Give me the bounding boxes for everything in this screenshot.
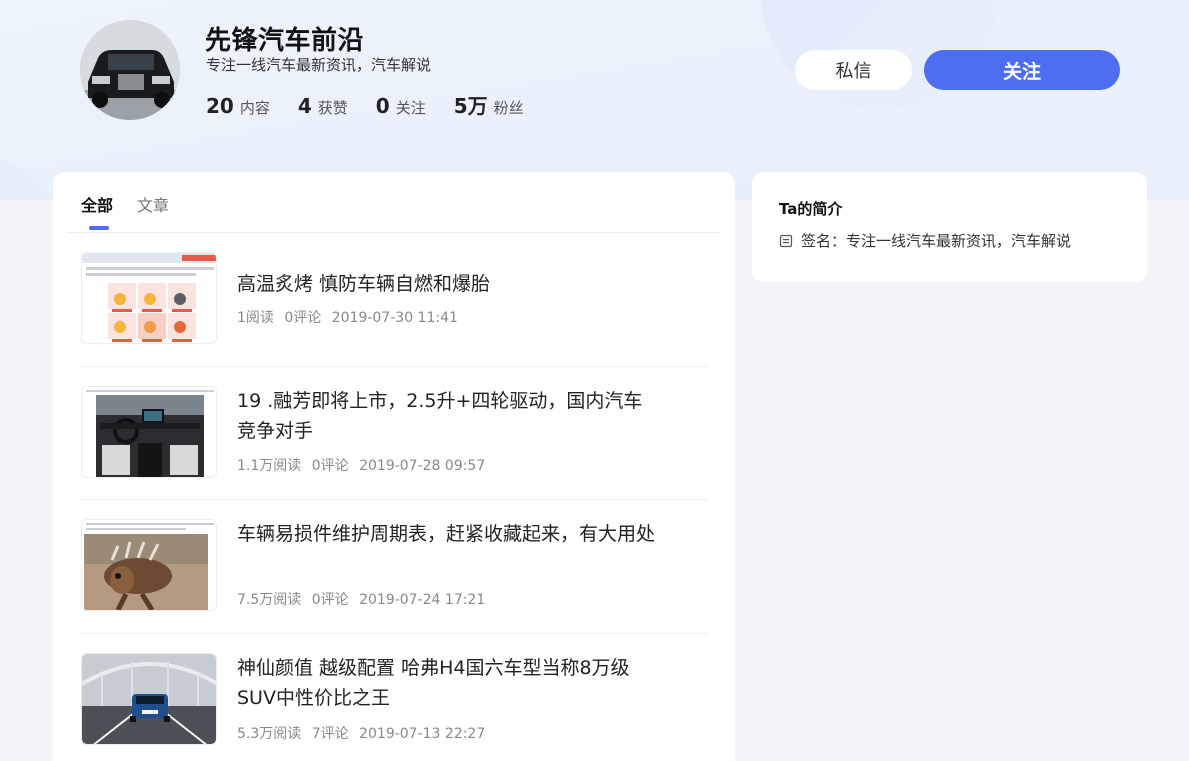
stat-number: 4 (297, 94, 312, 118)
message-button[interactable]: 私信 (795, 50, 912, 90)
tab-all[interactable]: 全部 (81, 192, 113, 230)
article-reads: 5.3万阅读 (237, 726, 302, 742)
article-reads: 1.1万阅读 (237, 458, 302, 474)
article-thumbnail[interactable] (81, 519, 217, 611)
profile-name: 先锋汽车前沿 (205, 26, 365, 56)
article-thumbnail[interactable] (81, 653, 217, 745)
stat-label: 粉丝 (493, 99, 524, 117)
intro-signature-text: 签名：专注一线汽车最新资讯，汽车解说 (801, 232, 1072, 250)
article-thumbnail-image (82, 520, 216, 610)
article-title[interactable]: 高温炙烤 慎防车辆自燃和爆胎 (237, 269, 657, 299)
stat-label: 关注 (395, 99, 426, 117)
avatar-car-image (80, 20, 180, 120)
article-thumbnail-image (82, 387, 216, 477)
content-tabs: 全部 文章 (81, 192, 193, 230)
stat-label: 获赞 (317, 99, 348, 117)
profile-intro-card: Ta的简介 签名：专注一线汽车最新资讯，汽车解说 (752, 172, 1147, 282)
content-card: 全部 文章 高温炙烤 慎防车辆自燃和爆胎 1阅读 0评论 2019-07-30 … (53, 172, 735, 761)
profile-signature: 专注一线汽车最新资讯，汽车解说 (206, 56, 432, 74)
article-date: 2019-07-30 11:41 (331, 310, 458, 326)
article-date: 2019-07-13 22:27 (359, 726, 486, 742)
article-reads: 1阅读 (237, 310, 274, 326)
item-separator (81, 366, 707, 367)
document-icon (779, 234, 793, 247)
profile-stats: 20 内容 4 获赞 0 关注 5万 粉丝 (206, 90, 552, 119)
article-comments: 0评论 (311, 458, 349, 474)
article-date: 2019-07-24 17:21 (359, 592, 486, 608)
article-comments: 7评论 (311, 726, 349, 742)
profile-header: 先锋汽车前沿 专注一线汽车最新资讯，汽车解说 20 内容 4 获赞 0 关注 5… (0, 0, 1189, 150)
stat-number: 5万 (453, 94, 488, 118)
stat-label: 内容 (239, 99, 270, 117)
article-meta: 5.3万阅读 7评论 2019-07-13 22:27 (237, 723, 491, 743)
item-separator (81, 499, 707, 500)
article-thumbnail[interactable] (81, 386, 217, 478)
stat-number: 0 (375, 94, 390, 118)
article-meta: 1.1万阅读 0评论 2019-07-28 09:57 (237, 455, 491, 475)
stat-following[interactable]: 0 关注 (376, 94, 426, 118)
avatar[interactable] (80, 20, 180, 120)
stat-fans[interactable]: 5万 粉丝 (454, 90, 524, 119)
intro-title: Ta的简介 (779, 200, 843, 218)
article-date: 2019-07-28 09:57 (359, 458, 486, 474)
intro-signature: 签名：专注一线汽车最新资讯，汽车解说 (779, 230, 1071, 251)
stat-content[interactable]: 20 内容 (206, 94, 270, 118)
tab-divider (67, 232, 721, 233)
article-title[interactable]: 车辆易损件维护周期表，赶紧收藏起来，有大用处 (237, 519, 657, 549)
item-separator (81, 633, 707, 634)
stat-likes: 4 获赞 (298, 94, 348, 118)
article-title[interactable]: 神仙颜值 越级配置 哈弗H4国六车型当称8万级SUV中性价比之王 (237, 653, 657, 713)
article-thumbnail-image (82, 253, 216, 343)
article-title[interactable]: 19 .融芳即将上市，2.5升+四轮驱动，国内汽车竞争对手 (237, 386, 657, 446)
tab-articles[interactable]: 文章 (137, 192, 169, 222)
follow-button[interactable]: 关注 (924, 50, 1120, 90)
article-meta: 1阅读 0评论 2019-07-30 11:41 (237, 307, 464, 327)
article-thumbnail[interactable] (81, 252, 217, 344)
article-reads: 7.5万阅读 (237, 592, 302, 608)
article-comments: 0评论 (311, 592, 349, 608)
article-comments: 0评论 (284, 310, 322, 326)
article-meta: 7.5万阅读 0评论 2019-07-24 17:21 (237, 589, 491, 609)
stat-number: 20 (206, 94, 234, 118)
article-thumbnail-image (82, 654, 216, 744)
